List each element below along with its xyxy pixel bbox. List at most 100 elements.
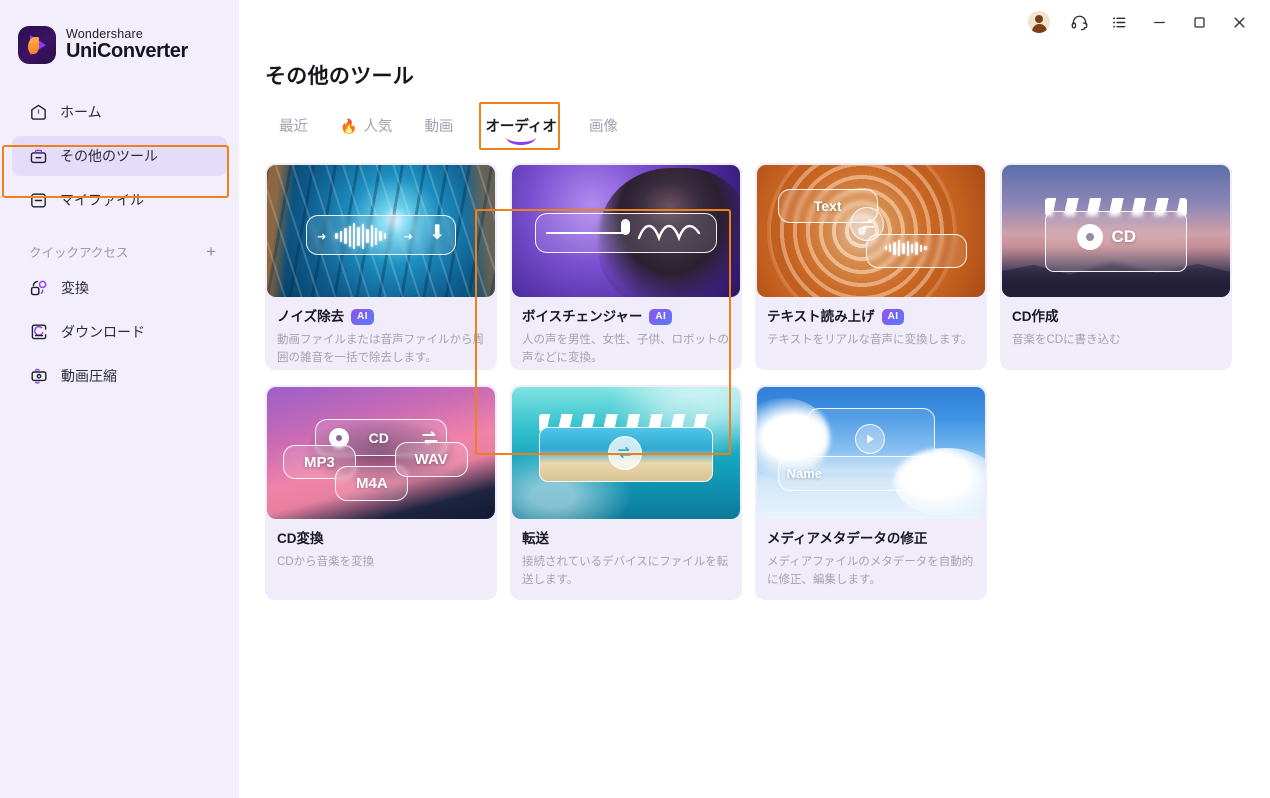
ai-badge: AI	[881, 309, 905, 325]
card-description: 音楽をCDに書き込む	[1012, 334, 1121, 347]
tab-label: 最近	[279, 119, 308, 135]
sidebar: Wondershare UniConverter ホーム その他のツール マイフ…	[0, 0, 239, 798]
tool-card-cd-ripper[interactable]: CD MP3 M4A WAV CD変換 CDから音楽を変換	[265, 385, 497, 600]
quick-access-title: クイックアクセス	[29, 246, 129, 260]
card-thumbnail: CD MP3 M4A WAV	[267, 387, 495, 519]
card-description: テキストをリアルな音声に変換します。	[767, 334, 973, 347]
card-title: ボイスチェンジャー AI	[522, 309, 730, 325]
sidebar-item-more-tools[interactable]: その他のツール	[12, 136, 227, 176]
ai-badge: AI	[649, 309, 673, 325]
close-button[interactable]	[1222, 6, 1256, 38]
primary-nav: ホーム その他のツール マイファイル	[0, 92, 239, 220]
overlay-text-label: Name	[786, 465, 823, 481]
tab-popular[interactable]: 🔥 人気	[324, 105, 408, 146]
tool-card-transfer[interactable]: 転送 接続されているデバイスにファイルを転送します。	[510, 385, 742, 600]
sidebar-item-label: ホーム	[60, 104, 102, 120]
card-description: メディアファイルのメタデータを自動的に修正、編集します。	[767, 556, 974, 586]
convert-icon	[29, 278, 49, 298]
tab-label: 画像	[588, 119, 618, 135]
home-icon	[29, 103, 48, 122]
support-button[interactable]	[1062, 6, 1096, 38]
avatar-icon	[1028, 11, 1050, 33]
play-icon	[855, 423, 886, 454]
quick-access-label: 変換	[61, 280, 89, 296]
card-thumbnail: ➜ ➜ ⬇	[267, 165, 495, 297]
app-window: Wondershare UniConverter ホーム その他のツール マイフ…	[0, 0, 1270, 798]
sidebar-item-home[interactable]: ホーム	[12, 92, 227, 132]
edit-pencil-icon	[916, 467, 928, 481]
card-overlay: CD MP3 M4A WAV	[267, 387, 495, 519]
page-title: その他のツール	[265, 65, 415, 88]
tool-card-grid: ➜ ➜ ⬇ ノイズ除去 AI 動画ファイルまたは音声ファイルから周囲の雑音を一括…	[265, 163, 1255, 600]
ai-badge: AI	[351, 309, 374, 325]
quick-access-label: ダウンロード	[61, 324, 145, 340]
quick-access-item-convert[interactable]: 変換	[12, 267, 227, 309]
maximize-button[interactable]	[1182, 6, 1216, 38]
list-menu-icon	[1112, 16, 1125, 28]
tool-card-cd-burn[interactable]: CD CD作成 音楽をCDに書き込む	[1000, 163, 1232, 370]
card-title: ノイズ除去 AI	[277, 309, 485, 325]
fire-emoji-icon: 🔥	[340, 117, 358, 134]
tab-video[interactable]: 動画	[408, 105, 469, 146]
card-thumbnail	[512, 165, 740, 297]
card-title: メディアメタデータの修正	[767, 531, 928, 546]
card-overlay	[512, 387, 740, 519]
uniconverter-logo-icon	[18, 26, 56, 64]
card-description: 動画ファイルまたは音声ファイルから周囲の雑音を一括で除去します。	[277, 334, 484, 364]
active-tab-indicator	[506, 137, 537, 145]
video-compress-icon	[29, 366, 49, 386]
card-overlay: ➜ ➜ ⬇	[267, 165, 495, 297]
card-overlay: CD	[1002, 165, 1230, 297]
card-title: テキスト読み上げ AI	[767, 309, 975, 325]
card-thumbnail: Name	[757, 387, 985, 519]
add-quick-access-button[interactable]: +	[203, 243, 219, 260]
tool-card-text-to-speech[interactable]: Text テキスト読み上げ AI テキストをリアルな音声に変換します。	[755, 163, 987, 370]
card-title: CD作成	[1012, 309, 1059, 324]
toolbox-icon	[29, 147, 48, 166]
tool-card-voice-changer[interactable]: ボイスチェンジャー AI 人の声を男性、女性、子供、ロボットの声などに変換。	[510, 163, 742, 370]
quick-access-list: 変換 ダウンロード 動画圧縮	[0, 267, 239, 397]
tab-image[interactable]: 画像	[573, 105, 634, 146]
tab-label: オーディオ	[485, 119, 557, 135]
overlay-text-label: CD	[1111, 227, 1136, 247]
card-overlay	[512, 165, 740, 297]
card-overlay: Name	[757, 387, 985, 519]
maximize-icon	[1193, 16, 1205, 28]
card-thumbnail: CD	[1002, 165, 1230, 297]
card-thumbnail	[512, 387, 740, 519]
sidebar-item-label: その他のツール	[60, 148, 158, 164]
quick-access-label: 動画圧縮	[61, 368, 117, 384]
menu-button[interactable]	[1102, 6, 1136, 38]
card-description: CDから音楽を変換	[277, 556, 375, 569]
app-logo: Wondershare UniConverter	[0, 0, 239, 64]
tool-card-noise-removal[interactable]: ➜ ➜ ⬇ ノイズ除去 AI 動画ファイルまたは音声ファイルから周囲の雑音を一括…	[265, 163, 497, 370]
card-description: 人の声を男性、女性、子供、ロボットの声などに変換。	[522, 334, 729, 364]
sidebar-item-label: マイファイル	[60, 192, 144, 208]
tab-label: 動画	[424, 119, 454, 135]
close-icon	[1233, 16, 1245, 28]
account-button[interactable]	[1022, 6, 1056, 38]
window-titlebar	[1022, 0, 1270, 44]
tab-recent[interactable]: 最近	[263, 105, 324, 146]
tab-bar: 最近 🔥 人気 動画 オーディオ 画像	[263, 105, 634, 146]
my-files-icon	[29, 191, 48, 210]
microphone-icon	[621, 219, 631, 236]
minimize-icon	[1153, 21, 1165, 23]
quick-access-item-video-compress[interactable]: 動画圧縮	[12, 355, 227, 397]
quick-access-header: クイックアクセス +	[29, 242, 219, 261]
card-description: 接続されているデバイスにファイルを転送します。	[522, 556, 729, 586]
headset-icon	[1071, 15, 1087, 30]
quick-access-item-download[interactable]: ダウンロード	[12, 311, 227, 353]
card-overlay: Text	[757, 165, 985, 297]
tab-label: 人気	[363, 119, 393, 135]
download-icon	[29, 322, 49, 342]
minimize-button[interactable]	[1142, 6, 1176, 38]
format-label-wav: WAV	[414, 451, 448, 469]
tool-card-media-metadata-fix[interactable]: Name メディアメタデータの修正 メディアファイルのメタデータを自動的に修正、…	[755, 385, 987, 600]
tab-audio[interactable]: オーディオ	[469, 105, 573, 146]
brand-product: UniConverter	[66, 40, 188, 63]
card-title: 転送	[522, 531, 549, 546]
card-title: CD変換	[277, 531, 324, 546]
card-thumbnail: Text	[757, 165, 985, 297]
sidebar-item-my-files[interactable]: マイファイル	[12, 180, 227, 220]
